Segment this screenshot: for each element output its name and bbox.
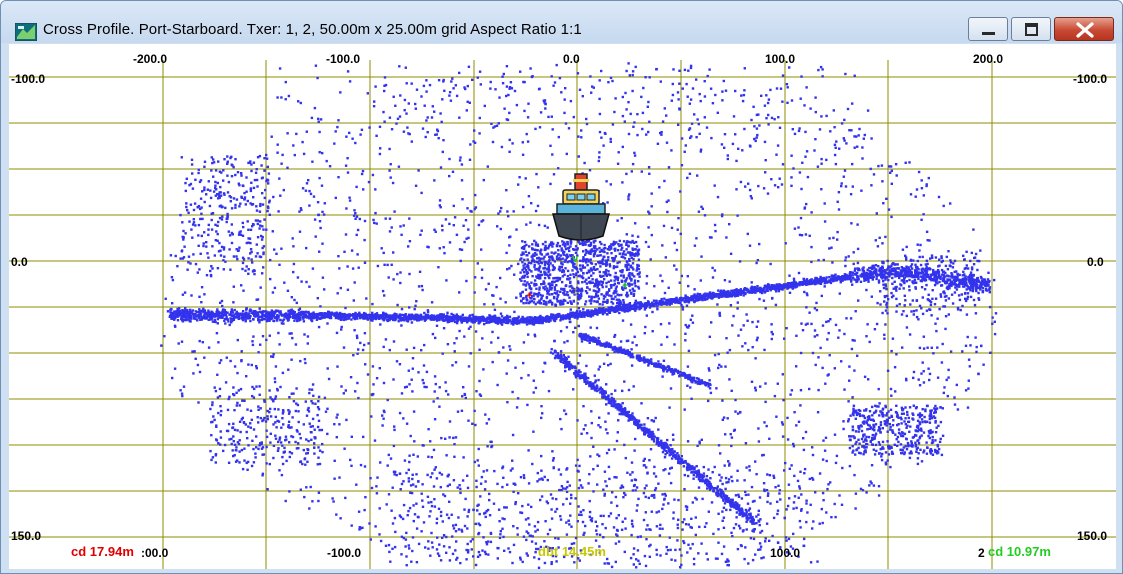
sounding-points (160, 62, 998, 569)
x-bottom-label-3: 100.0 (770, 546, 801, 560)
x-bottom-label-1: :00.0 (141, 546, 169, 560)
window-title: Cross Profile. Port-Starboard. Txer: 1, … (43, 21, 582, 38)
cross-profile-plot[interactable]: + ↕ + v -200.0 -100.0 0.0 100.0 200.0 -1… (9, 44, 1116, 569)
ship-icon (552, 173, 610, 241)
y-right-label-top: -100.0 (1073, 72, 1108, 86)
close-button[interactable] (1054, 17, 1114, 41)
scatter-plot[interactable]: + ↕ + v (9, 44, 1116, 569)
nadir-marker: v (572, 253, 579, 265)
maximize-icon (1025, 23, 1038, 36)
minimize-icon (982, 32, 995, 35)
maximize-button[interactable] (1011, 17, 1051, 41)
x-top-label-1: -200.0 (133, 52, 168, 66)
starboard-clearance-readout: cd 10.97m (988, 544, 1051, 559)
depth-below-transducer-readout: dbt 14.45m (538, 544, 606, 559)
x-top-label-2: -100.0 (326, 52, 361, 66)
port-clearance-readout: cd 17.94m (71, 544, 134, 559)
y-left-label-bottom: 150.0 (11, 529, 42, 543)
x-top-label-5: 200.0 (973, 52, 1004, 66)
y-left-label-zero: 0.0 (11, 255, 28, 269)
x-bottom-label-4: 2 (978, 546, 985, 560)
y-right-label-zero: 0.0 (1087, 255, 1104, 269)
minimize-button[interactable] (968, 17, 1008, 41)
center-marker: ↕ (573, 285, 579, 297)
cross-profile-window: Cross Profile. Port-Starboard. Txer: 1, … (0, 0, 1123, 574)
title-bar[interactable]: Cross Profile. Port-Starboard. Txer: 1, … (1, 1, 1122, 43)
y-right-label-bottom: 150.0 (1077, 529, 1108, 543)
x-top-label-4: 100.0 (765, 52, 796, 66)
x-bottom-label-2: -100.0 (327, 546, 362, 560)
sonar-app-icon (14, 22, 38, 42)
port-marker: + (526, 290, 532, 302)
starboard-marker: + (622, 280, 628, 292)
x-top-label-3: 0.0 (563, 52, 580, 66)
y-left-label-top: -100.0 (11, 72, 46, 86)
close-icon (1076, 22, 1094, 38)
